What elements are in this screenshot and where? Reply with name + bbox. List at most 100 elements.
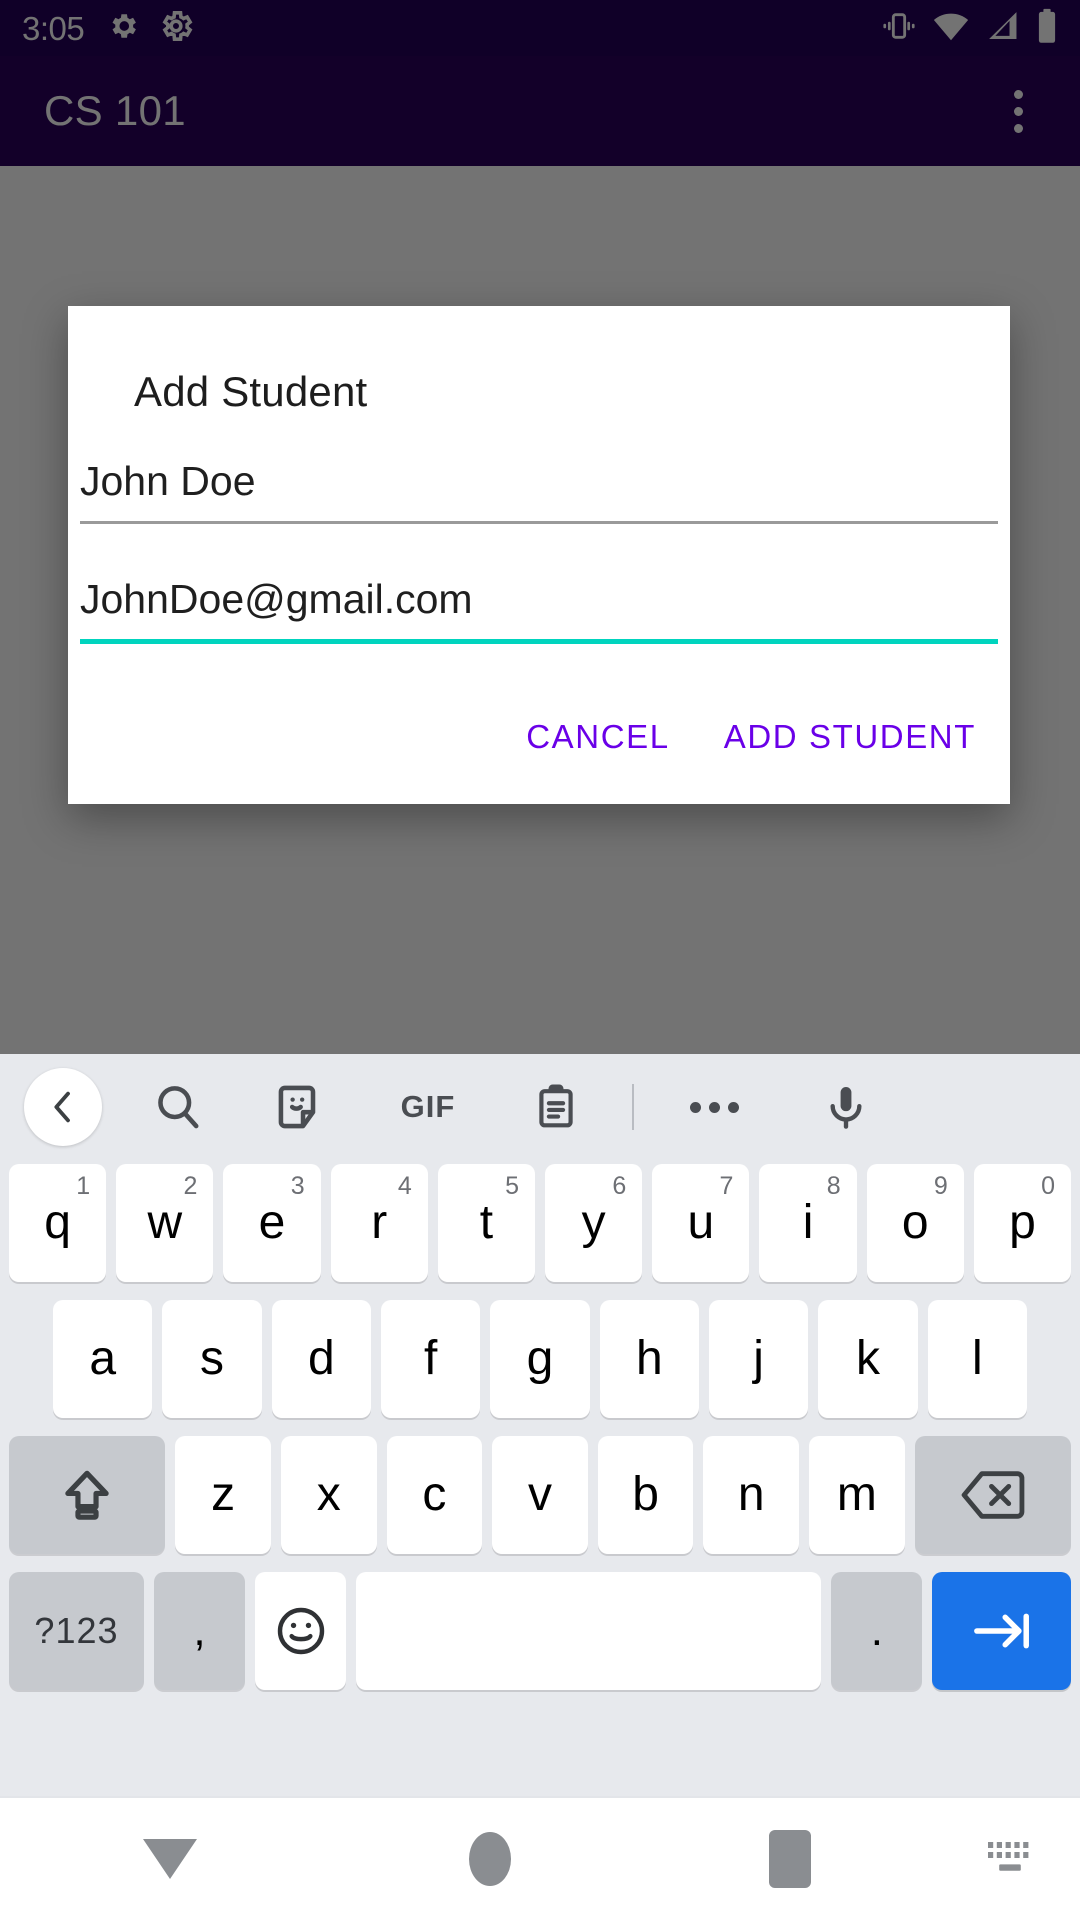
key-c[interactable]: c bbox=[386, 1436, 483, 1554]
keyboard-row-3: zxc v b n m bbox=[0, 1436, 1080, 1564]
comma-key[interactable]: , bbox=[153, 1572, 246, 1690]
key-i[interactable]: i8 bbox=[759, 1164, 857, 1282]
enter-key[interactable] bbox=[932, 1572, 1071, 1690]
key-glyph: v bbox=[528, 1468, 553, 1521]
key-v[interactable]: v bbox=[492, 1436, 588, 1554]
key-glyph: n bbox=[737, 1468, 765, 1521]
key-t[interactable]: t5 bbox=[437, 1164, 536, 1282]
period-key[interactable]: . bbox=[831, 1572, 923, 1690]
key-r[interactable]: r4 bbox=[330, 1164, 428, 1282]
clipboard-icon[interactable] bbox=[518, 1054, 594, 1160]
on-screen-keyboard: GIF q1w2e3r4t5y6u7i8o9p0 asdfghjkl zxcvb… bbox=[0, 1054, 1080, 1796]
key-glyph: r bbox=[371, 1196, 388, 1249]
keyboard-row-1: q1w2e3r4t5y6u7i8o9p0 bbox=[0, 1164, 1080, 1292]
key-glyph: d bbox=[307, 1332, 335, 1385]
recents-square-icon[interactable] bbox=[640, 1797, 940, 1921]
key-glyph: u bbox=[687, 1196, 715, 1249]
key-glyph: c bbox=[422, 1468, 447, 1521]
key-k[interactable]: k bbox=[818, 1300, 918, 1418]
sticker-icon[interactable] bbox=[262, 1054, 338, 1160]
name-field-group bbox=[80, 458, 998, 524]
symbols-key[interactable]: ?123 bbox=[9, 1572, 144, 1690]
search-icon[interactable] bbox=[140, 1054, 216, 1160]
chevron-left-icon[interactable] bbox=[20, 1054, 106, 1160]
key-a[interactable]: a bbox=[53, 1300, 153, 1418]
comma-key-label: , bbox=[193, 1606, 206, 1655]
more-horizontal-icon[interactable] bbox=[676, 1054, 752, 1160]
key-g[interactable]: g bbox=[490, 1300, 590, 1418]
keyboard-switcher-icon[interactable] bbox=[940, 1797, 1080, 1921]
key-glyph: y bbox=[581, 1196, 606, 1249]
system-navigation-bar bbox=[0, 1796, 1080, 1920]
key-glyph: m bbox=[836, 1468, 877, 1521]
key-l[interactable]: l bbox=[927, 1300, 1027, 1418]
key-e[interactable]: e3 bbox=[223, 1164, 321, 1282]
key-superscript: 3 bbox=[290, 1172, 305, 1200]
dots-group bbox=[689, 1101, 739, 1113]
gif-label: GIF bbox=[400, 1089, 456, 1124]
keyboard-row-2: asdfghjkl bbox=[0, 1300, 1080, 1428]
key-z[interactable]: z bbox=[175, 1436, 271, 1554]
key-glyph: w bbox=[147, 1196, 183, 1249]
name-field-underline bbox=[80, 521, 998, 524]
key-glyph: h bbox=[635, 1332, 663, 1385]
student-name-input[interactable] bbox=[80, 458, 998, 521]
key-p[interactable]: p0 bbox=[973, 1164, 1072, 1282]
key-glyph: b bbox=[632, 1468, 659, 1521]
key-superscript: 0 bbox=[1041, 1172, 1056, 1200]
key-w[interactable]: w2 bbox=[116, 1164, 214, 1282]
email-field-underline bbox=[80, 639, 998, 644]
student-email-input[interactable] bbox=[80, 576, 998, 639]
keyboard-row-4: ?123 , . bbox=[0, 1572, 1080, 1700]
period-key-label: . bbox=[870, 1606, 883, 1655]
gif-icon[interactable]: GIF bbox=[386, 1054, 470, 1160]
key-s[interactable]: s bbox=[162, 1300, 262, 1418]
emoji-smiley-icon[interactable] bbox=[255, 1572, 347, 1690]
home-circle-icon[interactable] bbox=[340, 1797, 640, 1921]
key-y[interactable]: y6 bbox=[545, 1164, 643, 1282]
recents-square bbox=[769, 1830, 811, 1888]
shift-key[interactable] bbox=[9, 1436, 166, 1554]
cancel-button[interactable]: CANCEL bbox=[522, 708, 673, 766]
key-m[interactable]: m bbox=[809, 1436, 905, 1554]
key-glyph: z bbox=[211, 1468, 236, 1521]
key-glyph: g bbox=[526, 1332, 554, 1385]
chevron-left-icon-circle bbox=[24, 1068, 102, 1146]
dialog-title: Add Student bbox=[134, 368, 368, 415]
symbols-key-label: ?123 bbox=[34, 1610, 119, 1651]
key-o[interactable]: o9 bbox=[866, 1164, 964, 1282]
key-h[interactable]: h bbox=[599, 1300, 699, 1418]
key-n[interactable]: n bbox=[703, 1436, 800, 1554]
key-b[interactable]: b bbox=[597, 1436, 694, 1554]
add-student-button[interactable]: ADD STUDENT bbox=[720, 708, 980, 766]
key-q[interactable]: q1 bbox=[9, 1164, 107, 1282]
keyboard-toolbar: GIF bbox=[0, 1054, 1080, 1160]
key-j[interactable]: j bbox=[708, 1300, 809, 1418]
email-field-group bbox=[80, 576, 998, 644]
key-glyph: e bbox=[258, 1196, 286, 1249]
key-u[interactable]: u7 bbox=[652, 1164, 750, 1282]
key-glyph: t bbox=[479, 1196, 494, 1249]
key-superscript: 8 bbox=[826, 1172, 841, 1200]
key-glyph: f bbox=[423, 1332, 438, 1385]
dot bbox=[727, 1101, 739, 1113]
key-superscript: 9 bbox=[933, 1172, 948, 1200]
space-key[interactable] bbox=[356, 1572, 822, 1690]
key-superscript: 6 bbox=[612, 1172, 627, 1200]
down-triangle bbox=[143, 1839, 197, 1879]
microphone-icon[interactable] bbox=[808, 1054, 884, 1160]
key-glyph: j bbox=[753, 1332, 764, 1385]
key-superscript: 5 bbox=[505, 1172, 520, 1200]
key-glyph: a bbox=[89, 1332, 117, 1385]
key-glyph: l bbox=[971, 1332, 983, 1385]
key-glyph: k bbox=[855, 1332, 880, 1385]
home-circle bbox=[469, 1832, 511, 1886]
key-x[interactable]: x bbox=[280, 1436, 377, 1554]
dot bbox=[689, 1101, 701, 1113]
key-glyph: s bbox=[199, 1332, 224, 1385]
backspace-key[interactable] bbox=[914, 1436, 1072, 1554]
collapse-keyboard-down-icon[interactable] bbox=[0, 1797, 340, 1921]
key-superscript: 1 bbox=[76, 1172, 91, 1200]
key-f[interactable]: f bbox=[380, 1300, 481, 1418]
key-d[interactable]: d bbox=[271, 1300, 371, 1418]
